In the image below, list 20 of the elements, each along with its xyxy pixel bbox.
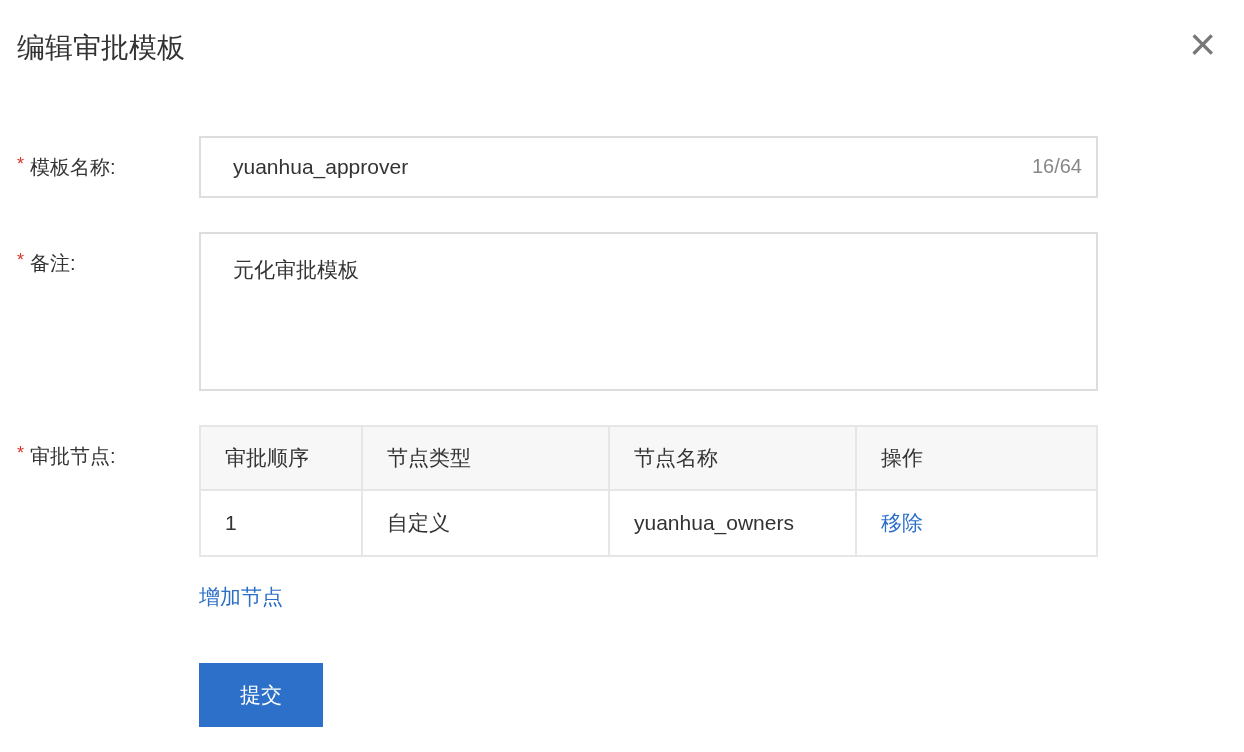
remove-link[interactable]: 移除 <box>881 511 923 534</box>
table-cell: 自定义 <box>362 490 609 556</box>
character-counter: 16/64 <box>1031 155 1082 178</box>
submit-button[interactable]: 提交 <box>199 663 323 727</box>
table-cell: 1 <box>200 490 362 556</box>
column-header: 审批顺序 <box>200 426 362 490</box>
dialog-title: 编辑审批模板 <box>17 31 185 65</box>
table-cell: yuanhua_owners <box>609 490 856 556</box>
field-label: 审批节点: <box>30 444 116 469</box>
field-label: 模板名称: <box>30 155 116 180</box>
remark-field[interactable]: 元化审批模板 <box>199 232 1098 391</box>
add-node-link[interactable]: 增加节点 <box>199 585 283 608</box>
column-header: 节点名称 <box>609 426 856 490</box>
required-mark: * <box>17 250 24 271</box>
column-header: 操作 <box>856 426 1097 490</box>
required-mark: * <box>17 154 24 175</box>
required-mark: * <box>17 443 24 464</box>
close-button[interactable]: × <box>1181 26 1224 62</box>
column-header: 节点类型 <box>362 426 609 490</box>
field-label: 备注: <box>30 251 76 276</box>
